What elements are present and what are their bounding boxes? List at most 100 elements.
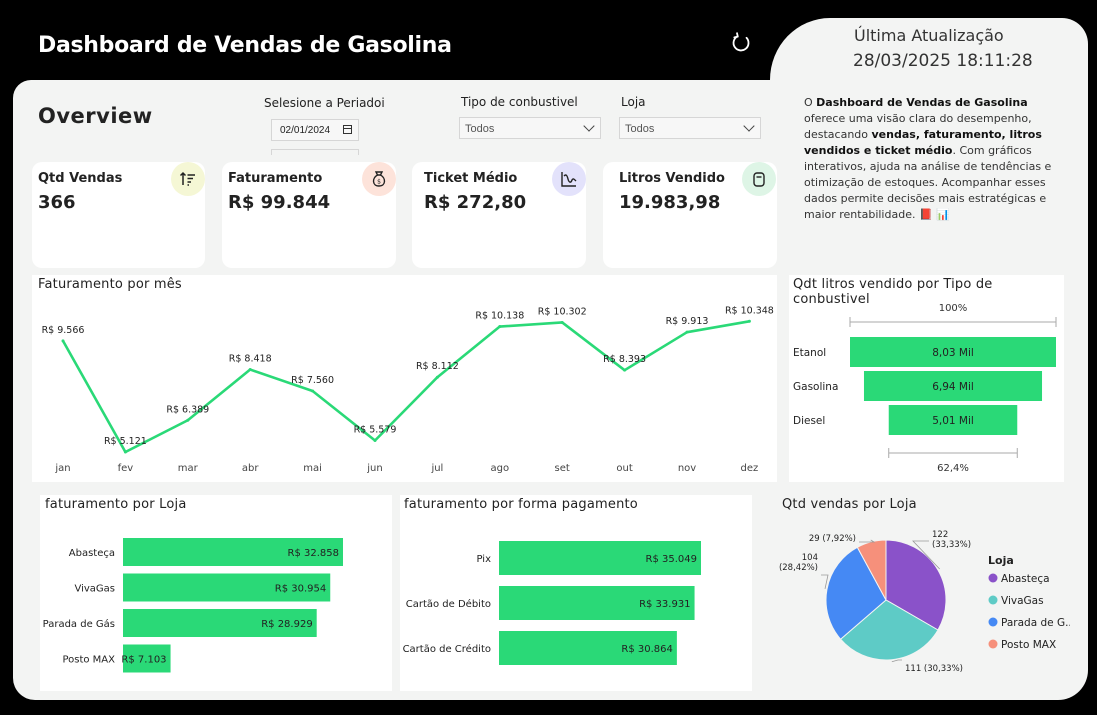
data-label: R$ 10.302	[538, 306, 587, 317]
refresh-icon[interactable]	[729, 31, 753, 55]
dashboard-description: O Dashboard de Vendas de Gasolina oferec…	[804, 96, 1052, 221]
legend-label[interactable]: Posto MAX	[1001, 639, 1056, 651]
funnel-category-label: Diesel	[793, 415, 825, 427]
data-point[interactable]	[435, 375, 439, 379]
payment-revenue-chart: R$ 35.049 Pix R$ 33.931 Cartão de Débito R$ …	[403, 541, 701, 665]
chevron-down-icon	[743, 120, 755, 132]
kpi-label: Ticket Médio	[424, 171, 518, 186]
pie-leader-line	[891, 659, 902, 663]
bar-value-label: R$ 30.954	[275, 584, 326, 595]
data-label: R$ 9.913	[666, 316, 709, 327]
wave-chart-icon	[552, 162, 586, 196]
kpi-label: Litros Vendido	[619, 171, 725, 186]
funnel-chart: 100% 8,03 Mil Etanol 6,94 Mil Gasolina 5,01 M…	[793, 303, 1057, 474]
legend-title: Loja	[988, 554, 1014, 567]
period-start-value: 02/01/2024	[280, 125, 331, 136]
bar-category-label: Cartão de Crédito	[403, 643, 491, 655]
payment-revenue-card: faturamento por forma pagamento R$ 35.04…	[400, 495, 752, 691]
funnel-category-label: Etanol	[793, 347, 826, 359]
data-point[interactable]	[498, 325, 502, 329]
line-chart-card: Faturamento por mês R$ 9.566 jan R$ 5.121 f…	[32, 275, 777, 482]
data-point[interactable]	[123, 450, 127, 454]
bar-category-label: Posto MAX	[62, 655, 115, 666]
kpi-label: Faturamento	[228, 171, 323, 186]
x-tick-label: out	[616, 463, 632, 474]
bar-category-label: Abasteça	[69, 548, 115, 559]
store-revenue-card: faturamento por Loja R$ 32.858 Abasteça R$…	[40, 495, 392, 691]
svg-text:$: $	[377, 179, 381, 186]
bar-category-label: Parada de Gás	[43, 618, 115, 630]
calendar-icon	[343, 125, 352, 134]
store-filter-label: Loja	[621, 95, 646, 109]
kpi-card-litros-vendido: Litros Vendido 19.983,98	[603, 162, 777, 268]
legend-marker[interactable]	[988, 595, 998, 605]
data-point[interactable]	[248, 368, 252, 372]
x-tick-label: mai	[303, 463, 322, 474]
funnel-value-label: 6,94 Mil	[932, 381, 974, 393]
x-tick-label: ago	[491, 463, 510, 474]
data-point[interactable]	[61, 339, 65, 343]
period-end-date[interactable]	[271, 149, 359, 155]
bar-category-label: VivaGas	[74, 584, 115, 595]
kpi-value: R$ 99.844	[228, 192, 331, 213]
funnel-chart-card: Qdt litros vendido por Tipo de conbustiv…	[789, 275, 1064, 482]
bar-value-label: R$ 35.049	[646, 554, 697, 565]
pie-leader-line	[859, 539, 876, 543]
store-revenue-chart: R$ 32.858 Abasteça R$ 30.954 VivaGas R$ 28.9…	[43, 538, 343, 673]
data-label: R$ 8.393	[603, 354, 646, 365]
data-point[interactable]	[685, 330, 689, 334]
fuel-type-select[interactable]: Todos	[459, 117, 601, 139]
data-point[interactable]	[186, 418, 190, 422]
funnel-bottom-label: 62,4%	[937, 463, 969, 474]
bar-value-label: R$ 33.931	[639, 599, 690, 610]
data-point[interactable]	[623, 368, 627, 372]
data-point[interactable]	[373, 439, 377, 443]
legend-label[interactable]: Abasteça	[1001, 573, 1050, 585]
kpi-card-faturamento: Faturamento R$ 99.844 $	[222, 162, 396, 268]
legend-label[interactable]: Parada de G...	[1001, 617, 1070, 629]
bar-value-label: R$ 30.864	[621, 644, 672, 655]
pie-data-label: 122	[932, 530, 948, 540]
data-label: R$ 7.560	[291, 375, 334, 386]
pie-chart: 122(33,33%) 111 (30,33%) 104(28,42%) 29 (7,…	[779, 530, 1070, 674]
funnel-value-label: 8,03 Mil	[932, 347, 974, 359]
x-tick-label: set	[555, 463, 570, 474]
period-filter-label: Selesione a Periadoi	[264, 96, 385, 110]
store-select[interactable]: Todos	[619, 117, 761, 139]
data-point[interactable]	[747, 319, 751, 323]
x-tick-label: dez	[741, 463, 759, 474]
legend-marker[interactable]	[988, 617, 998, 627]
bar-value-label: R$ 7.103	[121, 655, 166, 666]
kpi-label: Qtd Vendas	[38, 171, 123, 186]
data-label: R$ 5.579	[354, 425, 397, 436]
x-tick-label: jun	[366, 463, 382, 474]
data-label: R$ 6.389	[166, 404, 209, 415]
legend-marker[interactable]	[988, 639, 998, 649]
kpi-card-ticket-medio: Ticket Médio R$ 272,80	[412, 162, 586, 268]
pie-data-label: 111 (30,33%)	[905, 664, 963, 674]
x-tick-label: fev	[118, 463, 134, 474]
x-tick-label: jul	[430, 463, 443, 474]
data-point[interactable]	[311, 389, 315, 393]
kpi-value: 19.983,98	[619, 192, 721, 213]
pie-data-label: (33,33%)	[932, 540, 971, 550]
data-label: R$ 10.138	[475, 311, 524, 322]
period-start-date[interactable]: 02/01/2024	[271, 119, 359, 141]
bar-value-label: R$ 32.858	[288, 548, 339, 559]
kpi-value: R$ 272,80	[424, 192, 527, 213]
legend-label[interactable]: VivaGas	[1001, 595, 1044, 607]
store-value: Todos	[625, 123, 655, 135]
fuel-can-icon	[742, 162, 776, 196]
bar-value-label: R$ 28.929	[261, 619, 312, 630]
bar-category-label: Pix	[476, 554, 491, 565]
funnel-value-label: 5,01 Mil	[932, 415, 974, 427]
bar-category-label: Cartão de Débito	[406, 598, 491, 610]
data-label: R$ 9.566	[42, 325, 85, 336]
x-tick-label: nov	[678, 463, 696, 474]
data-point[interactable]	[560, 320, 564, 324]
data-label: R$ 5.121	[104, 436, 147, 447]
funnel-category-label: Gasolina	[793, 381, 838, 393]
kpi-card-qtd-vendas: Qtd Vendas 366	[32, 162, 205, 268]
pie-data-label: 29 (7,92%)	[809, 534, 856, 544]
legend-marker[interactable]	[988, 573, 998, 583]
